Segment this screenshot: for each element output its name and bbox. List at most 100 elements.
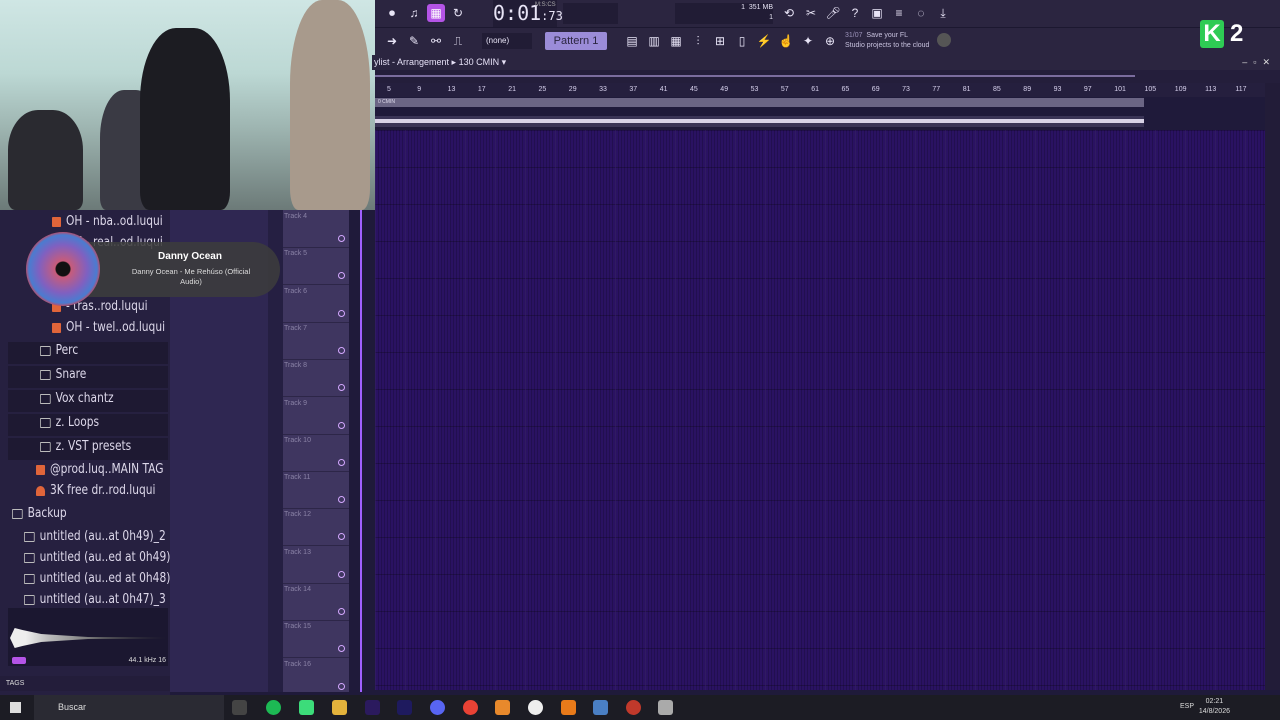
save-icon[interactable]: ▣ [868,4,886,22]
track-select-icon[interactable] [338,235,345,242]
fl-studio-icon[interactable] [495,700,510,715]
app-icon[interactable] [528,700,543,715]
sample-preview[interactable]: 44.1 kHz 16 [8,608,168,666]
track-header[interactable]: Track 4 [283,210,349,248]
step-icon[interactable]: ♫ [405,4,423,22]
undo-icon[interactable]: ⟲ [780,4,798,22]
chrome-icon[interactable] [463,700,478,715]
browser-item[interactable]: z. Loops [40,415,99,430]
track-select-icon[interactable] [338,682,345,690]
stamp-icon[interactable]: ⎍ [449,32,467,50]
track-select-icon[interactable] [338,309,345,317]
window-controls[interactable]: –▫✕ [1242,55,1276,70]
app-icon[interactable] [658,700,673,715]
pattern-selector[interactable]: Pattern 1 [545,32,607,50]
browser-item[interactable]: untitled (au..ed at 0h49) [24,550,170,565]
tools-icon[interactable]: ✦ [799,32,817,50]
song-mode-icon[interactable]: ▦ [427,4,445,22]
playhead[interactable] [360,210,362,692]
browser-item[interactable]: Perc [40,343,78,358]
track-header[interactable]: Track 9 [283,397,349,435]
spotify-icon[interactable] [266,700,281,715]
channel-rack-icon[interactable]: ▦ [667,32,685,50]
link-icon[interactable]: ⚯ [427,32,445,50]
taskbar-search[interactable]: Buscar [34,695,224,720]
track-header[interactable]: Track 7 [283,322,349,360]
track-select-icon[interactable] [338,384,345,392]
track-header[interactable]: Track 15 [283,620,349,659]
track-select-icon[interactable] [338,608,345,615]
now-playing-popup[interactable]: Danny Ocean Danny Ocean - Me Rehúso (Off… [26,232,280,306]
tags-bar[interactable]: TAGS [0,676,170,691]
chat-icon[interactable]: ◌ [912,4,930,22]
vlc-icon[interactable] [561,700,576,715]
track-select-icon[interactable] [338,346,345,354]
track-select-icon[interactable] [338,533,345,541]
draw-icon[interactable]: ✎ [405,32,423,50]
playlist-icon[interactable]: ▤ [623,32,641,50]
after-effects-icon[interactable] [397,700,412,715]
track-select-icon[interactable] [338,421,345,429]
windows-start-icon[interactable] [10,702,21,713]
browser-item[interactable]: untitled (au..at 0h49)_2 [24,529,166,544]
touch-icon[interactable]: ☝ [777,32,795,50]
app-icon[interactable] [626,700,641,715]
playlist-grid[interactable] [375,130,1265,690]
play-icon[interactable] [12,657,26,664]
taskbar-clock[interactable]: 02:21 14/8/2026 [1199,697,1230,717]
help-icon[interactable]: ? [846,4,864,22]
browser-item[interactable]: Backup [12,506,67,521]
shop-icon[interactable]: ⊕ [821,32,839,50]
horizontal-scrollbar[interactable] [375,70,1280,83]
piano-roll-icon[interactable]: ▥ [645,32,663,50]
track-header[interactable]: Track 11 [283,471,349,510]
pattern-clip[interactable]: 0 CMIN [375,98,1144,107]
track-select-icon[interactable] [338,458,345,466]
record-mode-icon[interactable]: ⏺ [383,4,401,22]
track-header[interactable]: Track 8 [283,359,349,398]
download-icon[interactable]: ⤓ [934,4,952,22]
calculator-icon[interactable] [593,700,608,715]
audio-clip[interactable] [375,116,1144,127]
track-header[interactable]: Track 16 [283,658,349,696]
timeline-ruler[interactable]: 5 9 13 17 21 25 29 33 37 41 45 49 53 57 61 65 69 73 77 81 85… [375,83,1265,97]
file-explorer-icon[interactable] [332,700,347,715]
task-view-icon[interactable] [232,700,247,715]
track-header[interactable]: Track 12 [283,508,349,547]
plugin-icon[interactable]: ⚡ [755,32,773,50]
channel-select[interactable]: (none) [482,33,532,49]
cut-icon[interactable]: ✂ [802,4,820,22]
browser-item[interactable]: OH - nba..od.luqui [52,214,163,229]
loop-icon[interactable]: ↻ [449,4,467,22]
browser-item[interactable]: OH - twel..od.luqui [52,320,165,335]
track-header[interactable]: Track 6 [283,285,349,323]
browser-item[interactable]: Vox chantz [40,391,114,406]
discord-icon[interactable] [430,700,445,715]
arrow-right-icon[interactable]: ➜ [383,32,401,50]
track-header[interactable]: Track 5 [283,247,349,286]
globe-icon[interactable] [937,33,951,47]
app-icon[interactable] [299,700,314,715]
mixer-icon[interactable]: ≡ [890,4,908,22]
track-header[interactable]: Track 10 [283,434,349,472]
browser-item[interactable]: @prod.luq..MAIN TAG [36,462,164,477]
language-indicator[interactable]: ESP [1180,703,1194,710]
mixer-view-icon[interactable]: ⫶ [689,32,707,50]
browser-item[interactable]: untitled (au..ed at 0h48) [24,571,170,586]
cloud-promo[interactable]: 31/07 Save your FL Studio projects to the… [845,31,929,51]
mic-icon[interactable]: 🎤︎ [824,4,842,22]
file-icon[interactable]: ▯ [733,32,751,50]
track-header[interactable]: Track 13 [283,546,349,584]
browser-item[interactable]: untitled (au..at 0h47)_3 [24,592,166,607]
track-select-icon[interactable] [338,496,345,504]
track-select-icon[interactable] [338,272,345,280]
browser-item[interactable]: z. VST presets [40,439,131,454]
track-header[interactable]: Track 14 [283,583,349,621]
browser-item[interactable]: Snare [40,367,86,382]
premiere-icon[interactable] [365,700,380,715]
track-select-icon[interactable] [338,645,345,653]
browser-item[interactable]: 3K free dr..rod.luqui [36,483,155,498]
track-select-icon[interactable] [338,570,345,578]
vertical-scrollbar[interactable] [1265,83,1280,690]
browser-icon[interactable]: ⊞ [711,32,729,50]
